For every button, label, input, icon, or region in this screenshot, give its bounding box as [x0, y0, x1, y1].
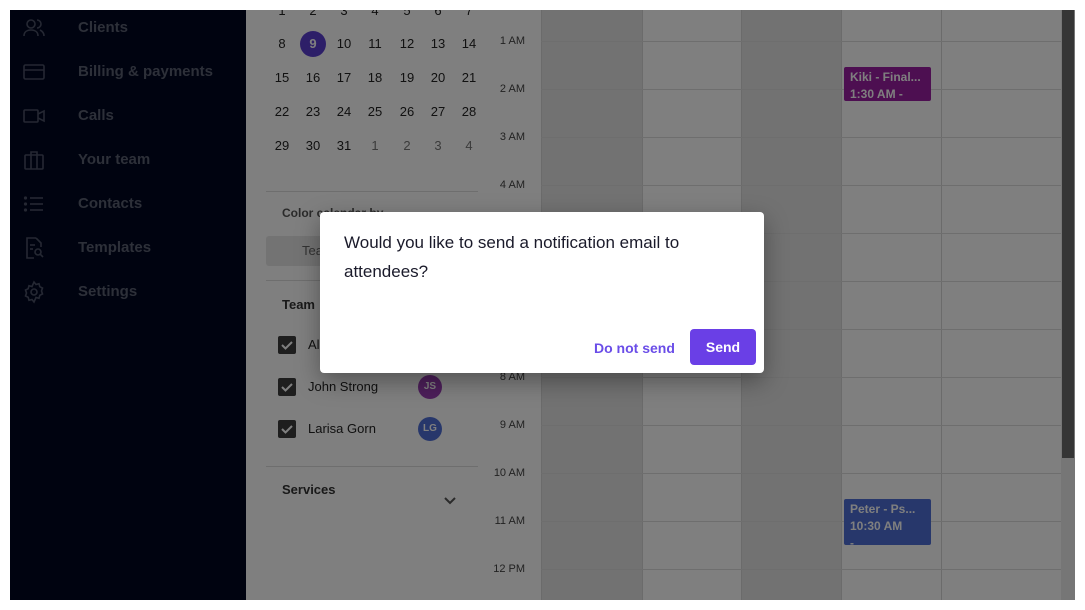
notification-dialog: Would you like to send a notification em…	[320, 212, 764, 373]
app-window: Clients Billing & payments Calls Your te…	[10, 10, 1075, 600]
dialog-message: Would you like to send a notification em…	[344, 233, 680, 281]
send-button[interactable]: Send	[690, 329, 756, 365]
do-not-send-button[interactable]: Do not send	[584, 332, 685, 364]
